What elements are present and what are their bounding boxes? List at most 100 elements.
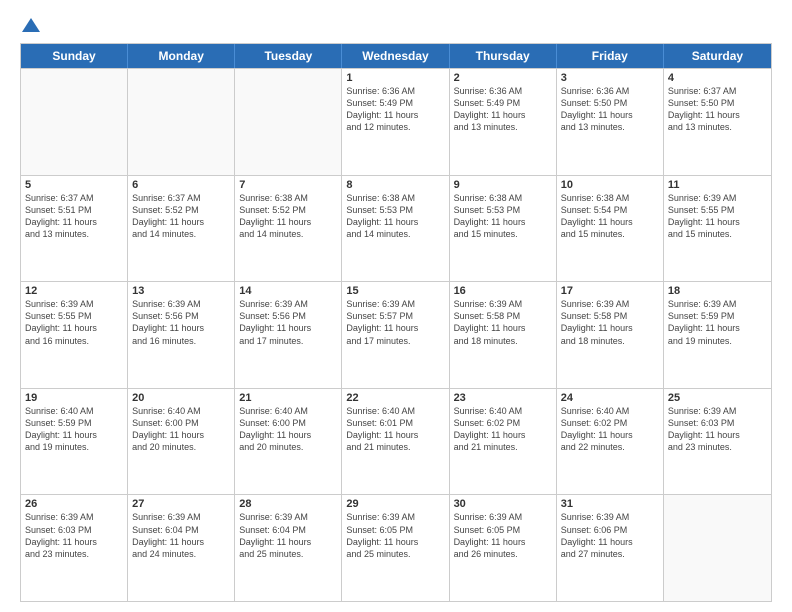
day-info: Sunrise: 6:36 AM Sunset: 5:50 PM Dayligh… xyxy=(561,85,659,134)
day-info: Sunrise: 6:40 AM Sunset: 6:02 PM Dayligh… xyxy=(561,405,659,454)
calendar-body: 1 Sunrise: 6:36 AM Sunset: 5:49 PM Daylig… xyxy=(21,68,771,601)
header-day-thursday: Thursday xyxy=(450,44,557,68)
day-number: 27 xyxy=(132,498,230,510)
header-day-tuesday: Tuesday xyxy=(235,44,342,68)
calendar-week-1: 1 Sunrise: 6:36 AM Sunset: 5:49 PM Daylig… xyxy=(21,68,771,175)
header-day-wednesday: Wednesday xyxy=(342,44,449,68)
day-info: Sunrise: 6:39 AM Sunset: 5:59 PM Dayligh… xyxy=(668,298,767,347)
calendar-day-15: 15Sunrise: 6:39 AM Sunset: 5:57 PM Dayli… xyxy=(342,282,449,388)
day-info: Sunrise: 6:40 AM Sunset: 5:59 PM Dayligh… xyxy=(25,405,123,454)
day-info: Sunrise: 6:39 AM Sunset: 5:56 PM Dayligh… xyxy=(132,298,230,347)
day-info: Sunrise: 6:40 AM Sunset: 6:00 PM Dayligh… xyxy=(132,405,230,454)
day-number: 25 xyxy=(668,392,767,404)
day-number: 22 xyxy=(346,392,444,404)
calendar: SundayMondayTuesdayWednesdayThursdayFrid… xyxy=(20,43,772,602)
day-number: 26 xyxy=(25,498,123,510)
calendar-day-18: 18Sunrise: 6:39 AM Sunset: 5:59 PM Dayli… xyxy=(664,282,771,388)
day-number: 28 xyxy=(239,498,337,510)
header xyxy=(20,16,772,35)
calendar-day-14: 14Sunrise: 6:39 AM Sunset: 5:56 PM Dayli… xyxy=(235,282,342,388)
day-number: 14 xyxy=(239,285,337,297)
calendar-day-12: 12Sunrise: 6:39 AM Sunset: 5:55 PM Dayli… xyxy=(21,282,128,388)
day-info: Sunrise: 6:39 AM Sunset: 5:55 PM Dayligh… xyxy=(668,192,767,241)
calendar-day-17: 17Sunrise: 6:39 AM Sunset: 5:58 PM Dayli… xyxy=(557,282,664,388)
header-day-saturday: Saturday xyxy=(664,44,771,68)
day-number: 30 xyxy=(454,498,552,510)
day-number: 8 xyxy=(346,179,444,191)
calendar-day-31: 31Sunrise: 6:39 AM Sunset: 6:06 PM Dayli… xyxy=(557,495,664,601)
day-number: 11 xyxy=(668,179,767,191)
day-info: Sunrise: 6:38 AM Sunset: 5:53 PM Dayligh… xyxy=(346,192,444,241)
day-number: 17 xyxy=(561,285,659,297)
calendar-day-11: 11Sunrise: 6:39 AM Sunset: 5:55 PM Dayli… xyxy=(664,176,771,282)
calendar-day-1: 1Sunrise: 6:36 AM Sunset: 5:49 PM Daylig… xyxy=(342,69,449,175)
day-number: 4 xyxy=(668,72,767,84)
day-number: 19 xyxy=(25,392,123,404)
calendar-empty-cell xyxy=(21,69,128,175)
calendar-week-5: 26Sunrise: 6:39 AM Sunset: 6:03 PM Dayli… xyxy=(21,494,771,601)
calendar-header: SundayMondayTuesdayWednesdayThursdayFrid… xyxy=(21,44,771,68)
calendar-empty-cell xyxy=(128,69,235,175)
calendar-day-25: 25Sunrise: 6:39 AM Sunset: 6:03 PM Dayli… xyxy=(664,389,771,495)
day-number: 23 xyxy=(454,392,552,404)
day-number: 16 xyxy=(454,285,552,297)
calendar-day-27: 27Sunrise: 6:39 AM Sunset: 6:04 PM Dayli… xyxy=(128,495,235,601)
day-number: 12 xyxy=(25,285,123,297)
calendar-day-10: 10Sunrise: 6:38 AM Sunset: 5:54 PM Dayli… xyxy=(557,176,664,282)
calendar-day-22: 22Sunrise: 6:40 AM Sunset: 6:01 PM Dayli… xyxy=(342,389,449,495)
day-number: 7 xyxy=(239,179,337,191)
day-info: Sunrise: 6:39 AM Sunset: 5:57 PM Dayligh… xyxy=(346,298,444,347)
header-day-monday: Monday xyxy=(128,44,235,68)
day-number: 6 xyxy=(132,179,230,191)
day-info: Sunrise: 6:38 AM Sunset: 5:54 PM Dayligh… xyxy=(561,192,659,241)
page: SundayMondayTuesdayWednesdayThursdayFrid… xyxy=(0,0,792,612)
day-number: 21 xyxy=(239,392,337,404)
day-info: Sunrise: 6:39 AM Sunset: 5:55 PM Dayligh… xyxy=(25,298,123,347)
day-info: Sunrise: 6:39 AM Sunset: 5:58 PM Dayligh… xyxy=(561,298,659,347)
calendar-day-19: 19Sunrise: 6:40 AM Sunset: 5:59 PM Dayli… xyxy=(21,389,128,495)
calendar-day-16: 16Sunrise: 6:39 AM Sunset: 5:58 PM Dayli… xyxy=(450,282,557,388)
day-info: Sunrise: 6:37 AM Sunset: 5:52 PM Dayligh… xyxy=(132,192,230,241)
calendar-day-24: 24Sunrise: 6:40 AM Sunset: 6:02 PM Dayli… xyxy=(557,389,664,495)
day-info: Sunrise: 6:38 AM Sunset: 5:52 PM Dayligh… xyxy=(239,192,337,241)
day-info: Sunrise: 6:39 AM Sunset: 6:03 PM Dayligh… xyxy=(668,405,767,454)
calendar-day-2: 2Sunrise: 6:36 AM Sunset: 5:49 PM Daylig… xyxy=(450,69,557,175)
day-info: Sunrise: 6:40 AM Sunset: 6:01 PM Dayligh… xyxy=(346,405,444,454)
calendar-day-23: 23Sunrise: 6:40 AM Sunset: 6:02 PM Dayli… xyxy=(450,389,557,495)
day-number: 5 xyxy=(25,179,123,191)
calendar-day-4: 4Sunrise: 6:37 AM Sunset: 5:50 PM Daylig… xyxy=(664,69,771,175)
day-number: 13 xyxy=(132,285,230,297)
day-info: Sunrise: 6:38 AM Sunset: 5:53 PM Dayligh… xyxy=(454,192,552,241)
day-info: Sunrise: 6:39 AM Sunset: 6:03 PM Dayligh… xyxy=(25,511,123,560)
calendar-day-9: 9Sunrise: 6:38 AM Sunset: 5:53 PM Daylig… xyxy=(450,176,557,282)
day-number: 15 xyxy=(346,285,444,297)
calendar-day-29: 29Sunrise: 6:39 AM Sunset: 6:05 PM Dayli… xyxy=(342,495,449,601)
calendar-day-30: 30Sunrise: 6:39 AM Sunset: 6:05 PM Dayli… xyxy=(450,495,557,601)
calendar-day-26: 26Sunrise: 6:39 AM Sunset: 6:03 PM Dayli… xyxy=(21,495,128,601)
calendar-day-5: 5Sunrise: 6:37 AM Sunset: 5:51 PM Daylig… xyxy=(21,176,128,282)
calendar-day-28: 28Sunrise: 6:39 AM Sunset: 6:04 PM Dayli… xyxy=(235,495,342,601)
day-number: 29 xyxy=(346,498,444,510)
day-number: 18 xyxy=(668,285,767,297)
calendar-day-21: 21Sunrise: 6:40 AM Sunset: 6:00 PM Dayli… xyxy=(235,389,342,495)
day-info: Sunrise: 6:39 AM Sunset: 6:04 PM Dayligh… xyxy=(239,511,337,560)
day-number: 10 xyxy=(561,179,659,191)
day-number: 3 xyxy=(561,72,659,84)
day-info: Sunrise: 6:39 AM Sunset: 5:56 PM Dayligh… xyxy=(239,298,337,347)
calendar-day-8: 8Sunrise: 6:38 AM Sunset: 5:53 PM Daylig… xyxy=(342,176,449,282)
day-info: Sunrise: 6:37 AM Sunset: 5:51 PM Dayligh… xyxy=(25,192,123,241)
day-info: Sunrise: 6:39 AM Sunset: 6:05 PM Dayligh… xyxy=(454,511,552,560)
day-info: Sunrise: 6:36 AM Sunset: 5:49 PM Dayligh… xyxy=(454,85,552,134)
logo-icon xyxy=(22,16,40,34)
header-day-sunday: Sunday xyxy=(21,44,128,68)
day-info: Sunrise: 6:39 AM Sunset: 6:05 PM Dayligh… xyxy=(346,511,444,560)
day-info: Sunrise: 6:40 AM Sunset: 6:00 PM Dayligh… xyxy=(239,405,337,454)
calendar-day-7: 7Sunrise: 6:38 AM Sunset: 5:52 PM Daylig… xyxy=(235,176,342,282)
day-number: 24 xyxy=(561,392,659,404)
header-day-friday: Friday xyxy=(557,44,664,68)
day-number: 1 xyxy=(346,72,444,84)
calendar-week-4: 19Sunrise: 6:40 AM Sunset: 5:59 PM Dayli… xyxy=(21,388,771,495)
day-number: 31 xyxy=(561,498,659,510)
calendar-empty-cell xyxy=(664,495,771,601)
day-number: 9 xyxy=(454,179,552,191)
